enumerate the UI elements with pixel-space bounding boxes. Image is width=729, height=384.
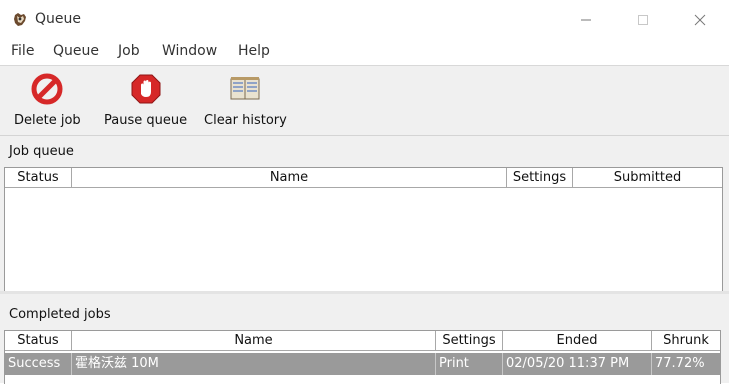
col-name[interactable]: Name: [72, 331, 436, 351]
pause-queue-button[interactable]: Pause queue: [104, 72, 187, 128]
clear-history-button[interactable]: Clear history: [204, 72, 287, 128]
delete-job-label: Delete job: [14, 113, 81, 128]
col-name[interactable]: Name: [72, 168, 507, 188]
col-status[interactable]: Status: [5, 168, 72, 188]
pause-queue-label: Pause queue: [104, 113, 188, 128]
menu-help[interactable]: Help: [238, 43, 270, 59]
col-settings[interactable]: Settings: [507, 168, 573, 188]
window-title: Queue: [35, 11, 81, 27]
menu-job[interactable]: Job: [118, 43, 140, 59]
col-ended[interactable]: Ended: [503, 331, 652, 351]
minimize-button[interactable]: [563, 0, 609, 40]
cell-ended: 02/05/20 11:37 PM: [503, 353, 652, 375]
app-logo-icon: [14, 13, 26, 26]
cell-shrunk: 77.72%: [655, 356, 705, 371]
menu-bar: File Queue Job Window Help: [0, 40, 729, 66]
col-settings[interactable]: Settings: [436, 331, 503, 351]
col-submitted[interactable]: Submitted: [573, 168, 722, 188]
cell-settings: Print: [436, 353, 503, 375]
col-shrunk[interactable]: Shrunk: [652, 331, 720, 351]
menu-file[interactable]: File: [11, 43, 34, 59]
pane-splitter[interactable]: [0, 291, 729, 294]
completed-jobs-title: Completed jobs: [9, 307, 111, 322]
menu-window[interactable]: Window: [162, 43, 217, 59]
delete-job-button[interactable]: Delete job: [14, 72, 81, 128]
job-queue-title: Job queue: [9, 144, 74, 159]
close-icon: [694, 14, 706, 26]
completed-jobs-table[interactable]: Status Name Settings Ended Shrunk Succes…: [4, 330, 721, 384]
maximize-icon: [638, 15, 648, 25]
completed-jobs-header: Completed jobs: [0, 298, 729, 328]
delete-icon: [30, 72, 64, 106]
queue-window: Queue File Queue Job Window Help Delete …: [0, 0, 729, 384]
stop-hand-icon: [129, 72, 163, 106]
menu-queue[interactable]: Queue: [53, 43, 99, 59]
table-row[interactable]: Success 霍格沃兹 10M Print 02/05/20 11:37 PM…: [5, 353, 720, 375]
cell-name: 霍格沃兹 10M: [72, 353, 436, 375]
title-bar[interactable]: Queue: [0, 0, 729, 40]
clear-history-label: Clear history: [204, 113, 287, 128]
col-status[interactable]: Status: [5, 331, 72, 351]
job-queue-header: Job queue: [0, 135, 729, 166]
job-queue-table[interactable]: Status Name Settings Submitted: [4, 167, 723, 292]
minimize-icon: [581, 19, 591, 21]
toolbar: Delete job Pause queue Clear history: [0, 66, 729, 134]
maximize-button[interactable]: [620, 0, 666, 40]
close-button[interactable]: [677, 0, 723, 40]
history-book-icon: [228, 72, 262, 106]
cell-status: Success: [5, 353, 72, 375]
